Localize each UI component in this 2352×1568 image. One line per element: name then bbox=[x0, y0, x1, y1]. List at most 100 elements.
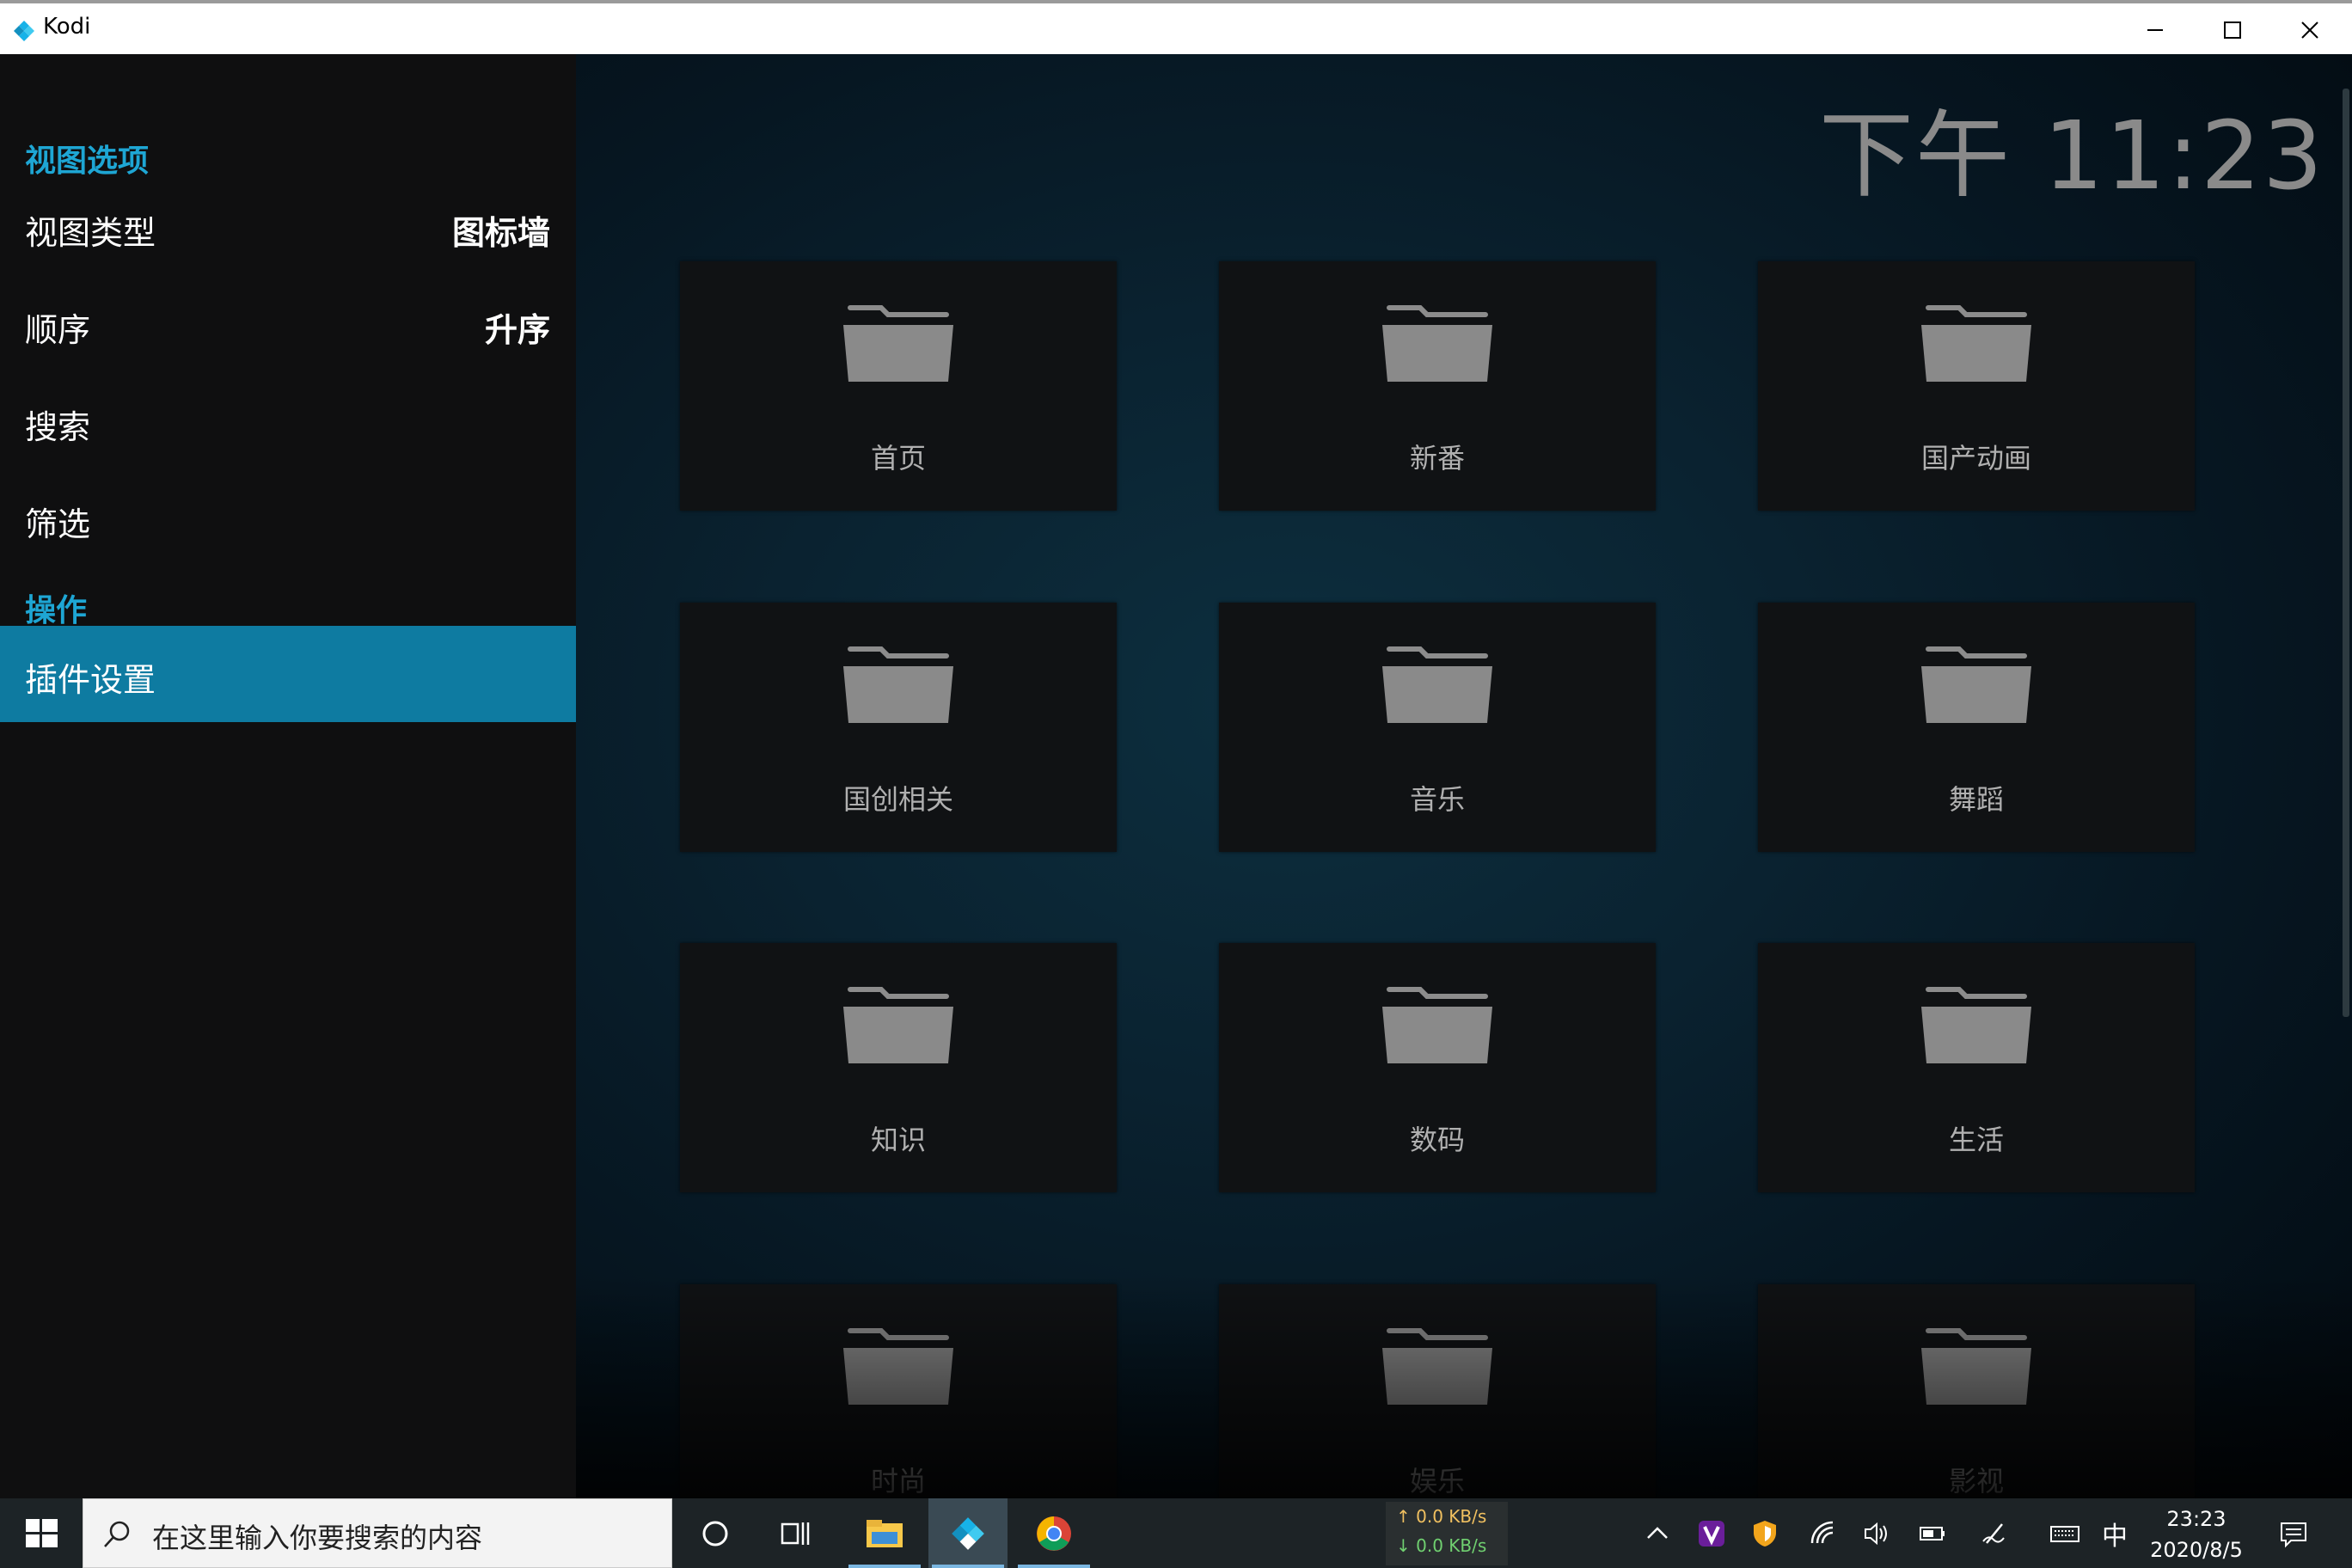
taskbar-date: 2020/8/5 bbox=[2150, 1538, 2243, 1562]
action-center-button[interactable] bbox=[2274, 1498, 2313, 1568]
folder-label: 新番 bbox=[1409, 442, 1465, 475]
folder-icon bbox=[843, 987, 953, 1063]
sidebar-item-sort-order[interactable]: 顺序 升序 bbox=[0, 276, 576, 372]
download-speed: ↓ 0.0 KB/s bbox=[1396, 1535, 1487, 1556]
sidebar-item-view-type[interactable]: 视图类型 图标墙 bbox=[0, 179, 576, 275]
sidebar-item-label: 搜索 bbox=[25, 408, 91, 446]
folder-tile[interactable]: 首页 bbox=[680, 261, 1117, 511]
minimize-button[interactable] bbox=[2116, 9, 2194, 52]
folder-tile[interactable]: 生活 bbox=[1758, 943, 2195, 1192]
file-explorer-icon bbox=[867, 1519, 903, 1547]
cortana-button[interactable] bbox=[676, 1498, 755, 1568]
sidebar-item-label: 筛选 bbox=[25, 505, 91, 543]
sidebar-item-value: 图标墙 bbox=[451, 214, 550, 252]
keyboard-icon bbox=[2050, 1525, 2079, 1542]
tray-pen[interactable] bbox=[1975, 1498, 2014, 1568]
folder-tile[interactable]: 舞蹈 bbox=[1758, 603, 2195, 852]
folder-tile[interactable]: 新番 bbox=[1219, 261, 1656, 511]
sidebar-item-label: 插件设置 bbox=[25, 661, 156, 699]
folder-tile[interactable]: 音乐 bbox=[1219, 603, 1656, 852]
sidebar-item-addon-settings[interactable]: 插件设置 bbox=[0, 626, 576, 722]
chevron-up-icon bbox=[1647, 1526, 1668, 1539]
section-header-actions: 操作 bbox=[25, 593, 88, 628]
minimize-icon bbox=[2147, 29, 2163, 31]
sidebar-item-label: 顺序 bbox=[25, 311, 91, 349]
folder-icon bbox=[843, 1328, 953, 1405]
folder-tile[interactable]: 影视 bbox=[1758, 1284, 2195, 1498]
folder-tile[interactable]: 时尚 bbox=[680, 1284, 1117, 1498]
running-indicator bbox=[932, 1565, 1004, 1568]
chrome-icon bbox=[1037, 1516, 1071, 1551]
running-indicator bbox=[848, 1565, 921, 1568]
folder-icon bbox=[843, 646, 953, 723]
search-placeholder: 在这里输入你要搜索的内容 bbox=[152, 1522, 483, 1554]
folder-icon bbox=[843, 305, 953, 382]
folder-icon bbox=[1382, 305, 1492, 382]
tray-touch-keyboard[interactable] bbox=[2042, 1498, 2088, 1568]
folder-icon bbox=[1921, 646, 2031, 723]
folder-icon bbox=[1382, 646, 1492, 723]
taskbar-clock[interactable]: 23:23 2020/8/5 bbox=[2141, 1504, 2252, 1565]
upload-speed: ↑ 0.0 KB/s bbox=[1396, 1506, 1487, 1527]
folder-tile[interactable]: 娱乐 bbox=[1219, 1284, 1656, 1498]
taskbar-time: 23:23 bbox=[2166, 1507, 2226, 1531]
kodi-icon bbox=[952, 1516, 984, 1550]
folder-label: 舞蹈 bbox=[1948, 783, 2004, 816]
speaker-icon bbox=[1865, 1522, 1887, 1545]
folder-icon bbox=[1921, 305, 2031, 382]
folder-label: 首页 bbox=[870, 442, 926, 475]
title-bar: Kodi bbox=[0, 0, 2352, 54]
show-hidden-icons-button[interactable] bbox=[1638, 1498, 1677, 1568]
kodi-logo-icon bbox=[14, 21, 34, 41]
content-area: 下午 11:23 首页 新番 国产动画国创相关 音乐 舞蹈知识 数码 生活时尚 娱乐 影视 bbox=[576, 54, 2352, 1498]
folder-label: 国创相关 bbox=[842, 783, 953, 816]
folder-tile[interactable]: 知识 bbox=[680, 943, 1117, 1192]
folder-label: 数码 bbox=[1409, 1124, 1465, 1156]
folder-tile[interactable]: 数码 bbox=[1219, 943, 1656, 1192]
content-scrollbar[interactable] bbox=[2343, 89, 2349, 1017]
tray-volume[interactable] bbox=[1857, 1498, 1896, 1568]
wifi-icon bbox=[1810, 1521, 1834, 1543]
shield-icon bbox=[1754, 1520, 1776, 1547]
close-icon bbox=[2301, 21, 2318, 39]
view-options-sidebar: 视图选项 视图类型 图标墙 顺序 升序 搜索 筛选 操作 插件设置 bbox=[0, 54, 576, 1498]
tray-network[interactable] bbox=[1804, 1498, 1843, 1568]
folder-label: 生活 bbox=[1948, 1124, 2004, 1156]
v-app-icon bbox=[1699, 1520, 1724, 1547]
tray-app-v[interactable] bbox=[1692, 1498, 1731, 1568]
kodi-app: 下午 11:23 首页 新番 国产动画国创相关 音乐 舞蹈知识 数码 生活时尚 娱乐 影视 视图… bbox=[0, 54, 2352, 1498]
folder-icon bbox=[1921, 1328, 2031, 1405]
tray-ime[interactable]: 中 bbox=[2098, 1498, 2132, 1568]
sidebar-item-filter[interactable]: 筛选 bbox=[0, 470, 576, 567]
running-indicator bbox=[1018, 1565, 1090, 1568]
tray-security[interactable] bbox=[1745, 1498, 1785, 1568]
folder-label: 音乐 bbox=[1409, 783, 1465, 816]
network-speed-widget: ↑ 0.0 KB/s ↓ 0.0 KB/s bbox=[1386, 1502, 1508, 1565]
folder-tile[interactable]: 国创相关 bbox=[680, 603, 1117, 852]
folder-label: 时尚 bbox=[870, 1465, 926, 1498]
section-header-view-options: 视图选项 bbox=[25, 144, 150, 179]
close-button[interactable] bbox=[2271, 9, 2349, 52]
maximize-button[interactable] bbox=[2194, 9, 2271, 52]
sidebar-item-label: 视图类型 bbox=[25, 214, 156, 252]
folder-tile[interactable]: 国产动画 bbox=[1758, 261, 2195, 511]
pen-icon bbox=[1982, 1522, 2005, 1544]
kodi-taskbar-button[interactable] bbox=[928, 1498, 1008, 1568]
sidebar-item-search[interactable]: 搜索 bbox=[0, 373, 576, 469]
file-explorer-button[interactable] bbox=[845, 1498, 924, 1568]
folder-icon bbox=[1382, 1328, 1492, 1405]
kodi-clock: 下午 11:23 bbox=[1819, 101, 2324, 211]
folder-label: 国产动画 bbox=[1920, 442, 2031, 475]
taskbar-search-box[interactable]: 在这里输入你要搜索的内容 bbox=[83, 1498, 672, 1568]
windows-start-icon[interactable] bbox=[17, 1514, 65, 1553]
search-icon bbox=[104, 1521, 130, 1547]
sidebar-item-value: 升序 bbox=[484, 311, 550, 349]
folder-icon bbox=[1382, 987, 1492, 1063]
task-view-button[interactable] bbox=[756, 1498, 836, 1568]
chrome-button[interactable] bbox=[1014, 1498, 1093, 1568]
folder-label: 影视 bbox=[1948, 1465, 2004, 1498]
tray-battery[interactable] bbox=[1913, 1498, 1952, 1568]
windows-taskbar: 在这里输入你要搜索的内容 ↑ 0.0 KB/s ↓ 0.0 KB/s 中 23:… bbox=[0, 1498, 2352, 1568]
window-title: Kodi bbox=[43, 14, 91, 40]
folder-label: 娱乐 bbox=[1409, 1465, 1465, 1498]
